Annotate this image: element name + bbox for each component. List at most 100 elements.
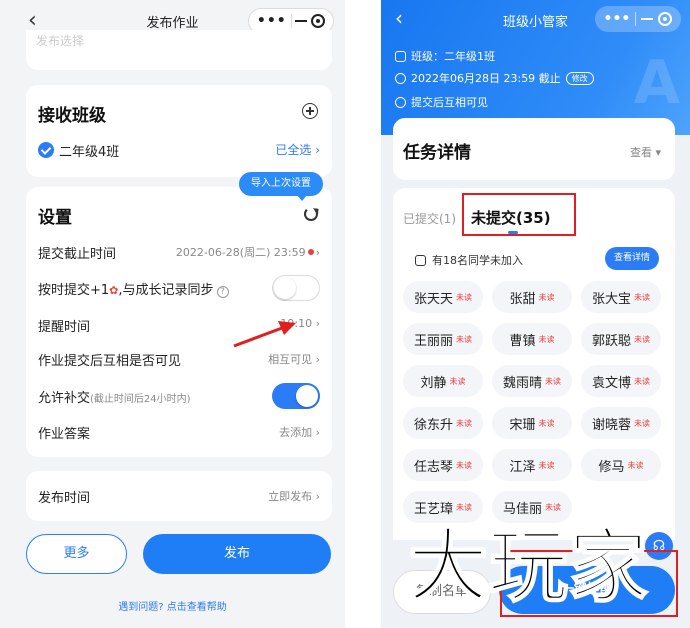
student-chip[interactable]: 魏雨晴 未读: [492, 365, 572, 397]
top-card-faded-text: 发布选择: [36, 34, 85, 48]
task-detail-title: 任务详情: [403, 143, 471, 163]
more-button[interactable]: 更多: [26, 534, 127, 574]
help-icon[interactable]: ?: [216, 286, 229, 298]
checked-icon[interactable]: [38, 142, 54, 158]
right-header: A ‹ 班级小管家 ••• 班级：二年级1班 2022年06月28日 23:59…: [381, 0, 690, 135]
makeup-toggle[interactable]: [272, 383, 320, 409]
red-dot-icon: [307, 249, 314, 255]
refresh-icon[interactable]: [304, 207, 318, 221]
import-last-settings-tooltip[interactable]: 导入上次设置: [239, 172, 323, 201]
unread-tag: 未读: [538, 292, 555, 302]
unread-tag: 未读: [456, 292, 472, 302]
minimize-icon[interactable]: [641, 18, 654, 20]
receive-class-card: 接收班级 二年级4班 已全选 ›: [26, 85, 332, 177]
more-icon[interactable]: •••: [257, 13, 287, 29]
help-link[interactable]: 遇到问题? 点击查看帮助: [0, 598, 345, 613]
makeup-label: 允许补交(截止时间后24小时内): [38, 391, 191, 406]
student-name: 张甜: [509, 291, 536, 307]
top-card: 发布选择: [26, 30, 332, 70]
student-name: 宋珊: [509, 417, 536, 433]
student-name: 魏雨晴: [502, 375, 542, 391]
red-arrow-annotation: [233, 321, 296, 348]
student-chip[interactable]: 张大宝 未读: [581, 281, 661, 313]
view-toggle[interactable]: 查看 ▾: [630, 144, 661, 160]
unread-tag: 未读: [456, 418, 472, 428]
class-info-line: 班级：二年级1班: [395, 48, 495, 64]
visibility-row[interactable]: 作业提交后互相是否可见 相互可见 ›: [38, 350, 320, 370]
close-capsule-icon[interactable]: [311, 14, 326, 28]
deadline-row[interactable]: 提交截止时间 2022-06-28(周二) 23:59 ›: [38, 243, 320, 263]
capsule-divider: [290, 14, 292, 28]
student-chip[interactable]: 宋珊 未读: [492, 407, 572, 439]
edit-deadline-button[interactable]: 修改: [565, 71, 594, 85]
visibility-info-line: 提交后互相可见: [395, 94, 488, 110]
miniprogram-capsule: •••: [595, 6, 681, 32]
unread-tag: 未读: [627, 460, 644, 470]
student-chip[interactable]: 张甜 未读: [492, 281, 572, 313]
minimize-icon[interactable]: [295, 20, 308, 22]
deadline-label: 提交截止时间: [38, 247, 117, 262]
publish-time-card[interactable]: 发布时间 立即发布 ›: [26, 471, 332, 521]
class-name: 二年级4班: [59, 145, 120, 160]
student-chip[interactable]: 袁文博 未读: [581, 365, 661, 397]
toggle-knob: [296, 385, 318, 407]
unread-tag: 未读: [634, 334, 650, 344]
eye-icon: [395, 96, 406, 108]
student-chip[interactable]: 刘静 未读: [403, 365, 483, 397]
answer-row[interactable]: 作业答案 去添加 ›: [38, 423, 320, 443]
student-chip[interactable]: 修马 未读: [581, 449, 661, 481]
flower-icon: ✿: [109, 284, 119, 297]
publish-time-label: 发布时间: [38, 491, 91, 506]
unread-tag: 未读: [545, 502, 561, 512]
answer-value: 去添加 ›: [279, 426, 320, 439]
unread-tag: 未读: [634, 376, 650, 386]
add-class-icon[interactable]: [302, 103, 318, 119]
unread-tag: 未读: [545, 376, 561, 386]
task-detail-card: 任务详情 查看 ▾: [393, 118, 675, 180]
not-joined-notice: 有18名同学未加入: [415, 252, 523, 268]
student-name: 王丽丽: [413, 333, 453, 349]
settings-title: 设置: [38, 208, 72, 228]
publish-button[interactable]: 发布: [143, 534, 331, 574]
student-name: 曹镇: [509, 333, 536, 349]
student-chip[interactable]: 郭跃聪 未读: [581, 323, 661, 355]
student-name: 修马: [598, 459, 625, 475]
unread-tag: 未读: [538, 460, 555, 470]
info-icon: [415, 254, 426, 266]
clock-icon: [395, 72, 406, 84]
class-icon: [395, 50, 406, 62]
toggle-knob: [274, 277, 296, 299]
unread-tag: 未读: [634, 418, 650, 428]
red-highlight-box: [462, 193, 576, 236]
publish-time-value: 立即发布 ›: [268, 490, 320, 503]
visibility-value: 相互可见 ›: [268, 353, 320, 366]
student-chip[interactable]: 徐东升 未读: [403, 407, 483, 439]
student-chip[interactable]: 任志琴 未读: [403, 449, 483, 481]
unread-tag: 未读: [634, 292, 650, 302]
ontime-submit-toggle[interactable]: [272, 275, 320, 301]
deadline-value: 2022-06-28(周二) 23:59 ›: [175, 246, 320, 259]
student-name: 刘静: [420, 375, 447, 391]
capsule-divider: [635, 12, 637, 26]
student-name: 江泽: [509, 459, 536, 475]
student-list: 张天天 未读 张甜 未读 张大宝 未读 王丽丽 未读 曹镇 未读 郭跃聪 未读 刘静 未读 魏雨晴 未读 袁文博…: [403, 281, 673, 533]
student-name: 张天天: [413, 291, 453, 307]
student-chip[interactable]: 谢晓蓉 未读: [581, 407, 661, 439]
unread-tag: 未读: [456, 334, 472, 344]
tab-submitted[interactable]: 已提交(1): [403, 210, 456, 227]
student-chip[interactable]: 王丽丽 未读: [403, 323, 483, 355]
unread-tag: 未读: [449, 376, 466, 386]
close-capsule-icon[interactable]: [658, 12, 673, 26]
student-chip[interactable]: 江泽 未读: [492, 449, 572, 481]
student-chip[interactable]: 曹镇 未读: [492, 323, 572, 355]
publish-time-row: 发布时间 立即发布 ›: [38, 487, 320, 507]
watermark-logo: 大玩家: [407, 519, 649, 612]
more-icon[interactable]: •••: [604, 11, 631, 27]
student-chip[interactable]: 张天天 未读: [403, 281, 483, 313]
makeup-row: 允许补交(截止时间后24小时内): [38, 383, 320, 409]
student-name: 任志琴: [413, 459, 453, 475]
student-name: 谢晓蓉: [591, 417, 631, 433]
view-details-button[interactable]: 查看详情: [605, 247, 659, 270]
watermark-text: 大玩家: [408, 520, 648, 612]
select-all-link[interactable]: 已全选 ›: [275, 141, 320, 158]
